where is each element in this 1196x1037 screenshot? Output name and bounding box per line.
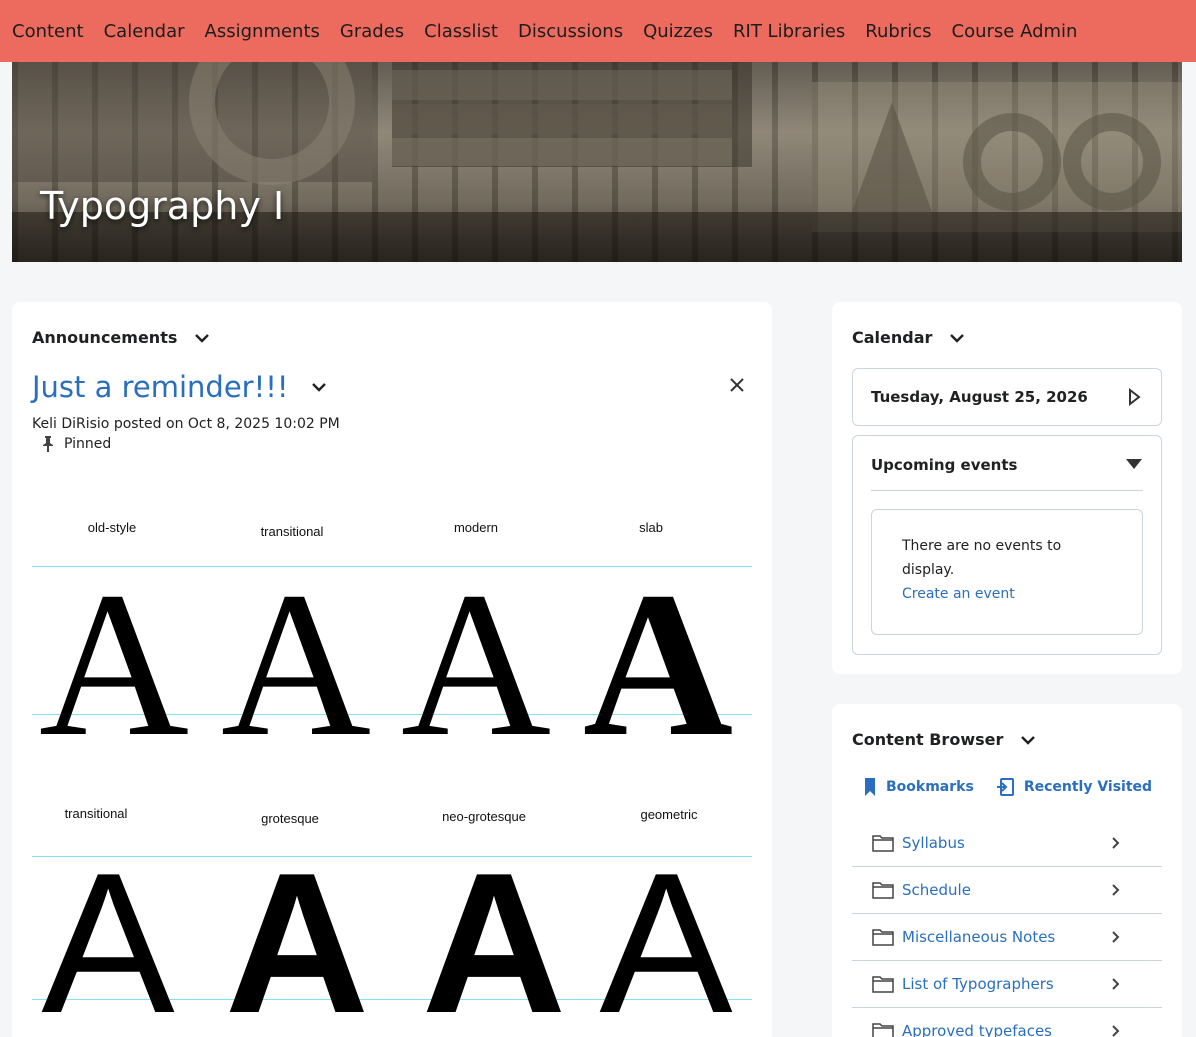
- upcoming-events-panel: Upcoming events There are no events to d…: [852, 435, 1162, 655]
- list-item-list-of-typographers[interactable]: List of Typographers: [852, 961, 1162, 1008]
- calendar-heading: Calendar: [852, 328, 933, 347]
- figure-label: transitional: [64, 806, 128, 821]
- nav-quizzes[interactable]: Quizzes: [643, 21, 713, 42]
- nav-discussions[interactable]: Discussions: [518, 21, 623, 42]
- list-item-syllabus[interactable]: Syllabus: [852, 820, 1162, 867]
- chevron-down-icon[interactable]: [948, 329, 966, 347]
- chevron-right-icon: [1112, 978, 1120, 990]
- list-item-label: Miscellaneous Notes: [902, 928, 1056, 946]
- figure-label: old-style: [87, 520, 137, 535]
- pinned-indicator: Pinned: [42, 436, 111, 452]
- figure-label: grotesque: [261, 811, 319, 826]
- glyph-geometric: A: [599, 832, 733, 1037]
- announcements-heading: Announcements: [32, 328, 178, 347]
- glyph-transitional: A: [220, 549, 372, 779]
- create-event-link[interactable]: Create an event: [902, 582, 1112, 606]
- nav-rit-libraries[interactable]: RIT Libraries: [733, 21, 845, 42]
- list-item-label: List of Typographers: [902, 975, 1054, 993]
- glyph-old-style: A: [38, 549, 190, 779]
- content-browser-tabs: Bookmarks Recently Visited: [864, 778, 1174, 796]
- course-title: Typography I: [40, 184, 285, 228]
- upcoming-events-heading: Upcoming events: [871, 456, 1018, 474]
- figure-label: transitional: [260, 524, 324, 539]
- letterpress-type-illustration: [12, 62, 1182, 262]
- list-item-miscellaneous-notes[interactable]: Miscellaneous Notes: [852, 914, 1162, 961]
- nav-rubrics[interactable]: Rubrics: [865, 21, 931, 42]
- nav-grades[interactable]: Grades: [340, 21, 404, 42]
- figure-label: slab: [639, 520, 663, 535]
- no-events-message: There are no events to display.: [902, 538, 1062, 578]
- glyph-modern: A: [400, 549, 552, 779]
- no-events-box: There are no events to display. Create a…: [871, 509, 1143, 635]
- announcements-widget: Announcements Just a reminder!!! Keli Di…: [12, 302, 772, 1037]
- folder-icon: [872, 929, 894, 946]
- chevron-down-icon[interactable]: [1019, 731, 1037, 749]
- list-item-schedule[interactable]: Schedule: [852, 867, 1162, 914]
- tab-recently-visited[interactable]: Recently Visited: [996, 778, 1152, 796]
- list-item-label: Schedule: [902, 881, 971, 899]
- list-item-approved-typefaces[interactable]: Approved typefaces: [852, 1008, 1162, 1037]
- list-item-label: Approved typefaces: [902, 1022, 1052, 1037]
- tab-bookmarks-label: Bookmarks: [886, 779, 974, 795]
- caret-down-icon[interactable]: [1125, 458, 1143, 470]
- bookmark-icon: [865, 778, 875, 796]
- pinned-label: Pinned: [64, 436, 112, 452]
- chevron-right-icon: [1112, 931, 1120, 943]
- chevron-right-icon: [1112, 884, 1120, 896]
- typeface-figure-row-1: old-style transitional modern slab A A A…: [32, 518, 752, 768]
- nav-calendar[interactable]: Calendar: [104, 21, 185, 42]
- glyph-neo-grotesque: A: [421, 832, 567, 1037]
- announcement-title-row: Just a reminder!!!: [32, 370, 328, 404]
- nav-content[interactable]: Content: [12, 21, 84, 42]
- figure-label: geometric: [640, 807, 698, 822]
- chevron-right-icon: [1112, 1025, 1120, 1037]
- chevron-right-icon: [1112, 837, 1120, 849]
- content-browser-heading: Content Browser: [852, 730, 1004, 749]
- glyph-transitional-sans: A: [41, 832, 175, 1037]
- pin-icon: [43, 436, 53, 452]
- figure-label: modern: [453, 520, 499, 535]
- announcement-meta: Keli DiRisio posted on Oct 8, 2025 10:02…: [32, 416, 340, 432]
- announcement-title[interactable]: Just a reminder!!!: [32, 370, 288, 404]
- tab-recently-visited-label: Recently Visited: [1023, 779, 1153, 795]
- figure-label: neo-grotesque: [442, 809, 526, 824]
- calendar-widget: Calendar Tuesday, August 25, 2026 Upcomi…: [832, 302, 1182, 674]
- folder-icon: [872, 882, 894, 899]
- divider: [871, 490, 1143, 491]
- next-arrow-icon[interactable]: [1127, 388, 1141, 406]
- content-browser-header: Content Browser: [852, 730, 1037, 749]
- close-icon[interactable]: [728, 376, 746, 394]
- recently-visited-icon: [996, 778, 1014, 796]
- content-browser-widget: Content Browser Bookmarks Recently Visit…: [832, 704, 1182, 1037]
- nav-course-admin[interactable]: Course Admin: [952, 21, 1078, 42]
- glyph-grotesque: A: [224, 832, 370, 1037]
- content-browser-list: Syllabus Schedule Miscellaneous Notes Li…: [852, 820, 1162, 1037]
- nav-assignments[interactable]: Assignments: [205, 21, 320, 42]
- chevron-down-icon[interactable]: [310, 378, 328, 396]
- typeface-figure-row-2: transitional grotesque neo-grotesque geo…: [32, 802, 752, 1037]
- glyph-slab: A: [582, 549, 734, 779]
- folder-icon: [872, 835, 894, 852]
- calendar-current-date[interactable]: Tuesday, August 25, 2026: [852, 368, 1162, 426]
- calendar-header: Calendar: [852, 328, 966, 347]
- folder-icon: [872, 1023, 894, 1037]
- course-nav-bar: Content Calendar Assignments Grades Clas…: [0, 0, 1196, 62]
- folder-icon: [872, 976, 894, 993]
- list-item-label: Syllabus: [902, 834, 965, 852]
- tab-bookmarks[interactable]: Bookmarks: [864, 778, 974, 796]
- course-banner-image: Typography I: [12, 62, 1182, 262]
- nav-classlist[interactable]: Classlist: [424, 21, 498, 42]
- announcements-header: Announcements: [32, 328, 211, 347]
- calendar-date-label: Tuesday, August 25, 2026: [871, 388, 1088, 406]
- chevron-down-icon[interactable]: [193, 329, 211, 347]
